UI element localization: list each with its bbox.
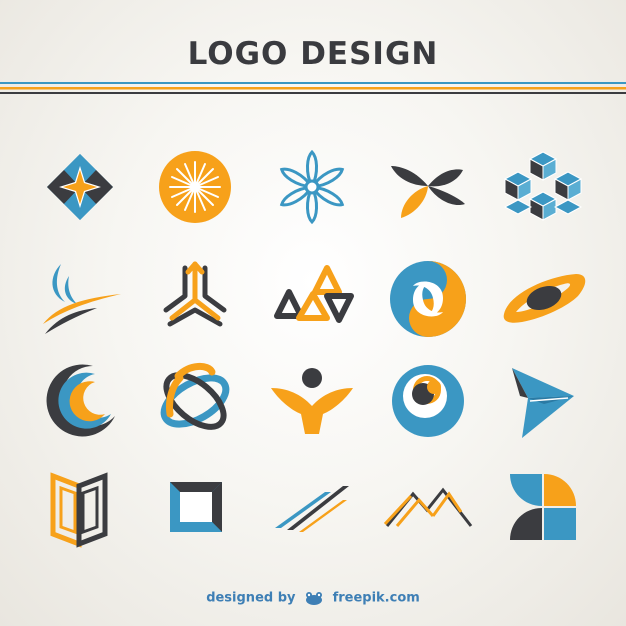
- footer-prefix: designed by: [206, 590, 296, 606]
- square-frame-logo-icon: [150, 460, 240, 550]
- planet-ring-logo-icon: [498, 254, 588, 344]
- quad-leaf-logo-icon: [498, 460, 588, 550]
- diamond-star-logo-icon: [35, 142, 125, 232]
- footer-brand-link[interactable]: freepik.com: [333, 591, 420, 606]
- leaf-propeller-logo-icon: [383, 142, 473, 232]
- freepik-frog-icon: [306, 592, 323, 605]
- orange-sun-starburst-logo-icon: [150, 142, 240, 232]
- isometric-cubes-logo-icon: [498, 142, 588, 232]
- mountain-lines-logo-icon: [383, 460, 473, 550]
- swoosh-lines-logo-icon: [35, 254, 125, 344]
- linked-triangles-logo-icon: [267, 254, 357, 344]
- tri-arrow-logo-icon: [150, 254, 240, 344]
- logo-grid: [0, 0, 626, 626]
- open-frame-logo-icon: [35, 460, 125, 550]
- blue-flower-outline-logo-icon: [267, 142, 357, 232]
- person-arms-logo-icon: [267, 356, 357, 446]
- parallel-slashes-logo-icon: [267, 460, 357, 550]
- footer-credit: designed by freepik.com: [0, 590, 626, 606]
- paper-plane-logo-icon: [498, 356, 588, 446]
- yin-yang-circle-logo-icon: [383, 254, 473, 344]
- eye-circle-logo-icon: [383, 356, 473, 446]
- crescent-rings-logo-icon: [35, 356, 125, 446]
- orbit-ellipses-logo-icon: [150, 356, 240, 446]
